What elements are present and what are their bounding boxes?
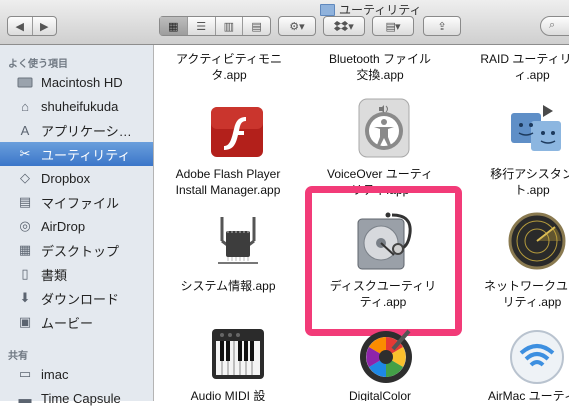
dropbox-icon: ◇ (20, 170, 30, 185)
system-information-icon[interactable] (206, 209, 270, 273)
folder-icon (320, 3, 335, 16)
shared-header: 共有 (8, 351, 28, 362)
file-item-network-utility[interactable]: ネットワークユー リティ.app (470, 278, 569, 310)
sidebar: よく使う項目 Macintosh HD ⌂ shuheifukuda A アプリ… (0, 45, 154, 406)
desktop-icon: ▦ (18, 242, 32, 257)
arrange-icon: ▤ (385, 20, 396, 33)
digitalcolor-meter-icon[interactable] (356, 327, 416, 385)
action-gear-button[interactable]: ⚙▾ (278, 16, 316, 36)
dropbox-menu-button[interactable]: ▾ (323, 16, 365, 36)
documents-icon: ▯ (21, 266, 29, 281)
sidebar-item-time-capsule[interactable]: ▬ Time Capsule (0, 386, 153, 410)
file-item-audio-midi-setup[interactable]: Audio MIDI 設 (166, 388, 290, 401)
share-button[interactable]: ⇪ (423, 16, 461, 36)
all-my-files-icon: ▤ (18, 194, 32, 209)
sidebar-item-macintosh-hd[interactable]: Macintosh HD (0, 70, 153, 94)
sidebar-item-downloads[interactable]: ⬇ ダウンロード (0, 286, 153, 310)
view-mode-control: ▦ ☰ ▥ ▤ (159, 16, 271, 36)
movies-icon: ▣ (18, 314, 32, 329)
applications-icon: A (20, 122, 30, 138)
sidebar-item-documents[interactable]: ▯ 書類 (0, 262, 153, 286)
sidebar-item-dropbox[interactable]: ◇ Dropbox (0, 166, 153, 190)
hard-drive-icon (16, 74, 34, 90)
sidebar-item-movies[interactable]: ▣ ムービー (0, 310, 153, 334)
disk-utility-icon[interactable] (352, 209, 418, 273)
list-view-button[interactable]: ☰ (186, 17, 215, 35)
icon-view-button[interactable]: ▦ (160, 17, 187, 35)
file-item-migration-assistant[interactable]: 移行アシスタン ト.app (470, 166, 569, 198)
search-icon: ⌕ (549, 19, 556, 31)
downloads-icon: ⬇ (19, 290, 31, 305)
file-item-activity-monitor[interactable]: アクティビティモニ タ.app (167, 51, 291, 83)
toolbar: ユーティリティ ◀ ▶ ▦ ☰ ▥ ▤ ⚙▾ ▾ ▤ ▾ ⇪ ⌕ (0, 0, 569, 45)
file-item-adobe-flash-player[interactable]: Adobe Flash Player Install Manager.app (166, 166, 290, 198)
voiceover-utility-icon[interactable] (354, 95, 414, 161)
sidebar-item-desktop[interactable]: ▦ デスクトップ (0, 238, 153, 262)
network-utility-icon[interactable] (506, 209, 568, 273)
favorites-header: よく使う項目 (8, 59, 68, 70)
airdrop-icon: ◎ (19, 218, 31, 233)
file-item-digitalcolor-meter[interactable]: DigitalColor (318, 388, 442, 401)
forward-button[interactable]: ▶ (31, 17, 57, 35)
file-grid: アクティビティモニ タ.app Bluetooth ファイル 交換.app RA… (154, 45, 569, 401)
computer-icon: ▭ (18, 366, 32, 381)
time-capsule-icon: ▬ (18, 390, 32, 406)
dropbox-icon (334, 21, 349, 31)
flash-player-icon[interactable] (206, 101, 268, 163)
sidebar-item-home[interactable]: ⌂ shuheifukuda (0, 94, 153, 118)
home-icon: ⌂ (21, 98, 29, 114)
sidebar-item-utilities[interactable]: ✂ ユーティリティ (0, 142, 153, 166)
migration-assistant-icon[interactable] (506, 97, 568, 161)
sidebar-item-applications[interactable]: A アプリケーシ… (0, 118, 153, 142)
file-item-bluetooth-file-exchange[interactable]: Bluetooth ファイル 交換.app (318, 51, 442, 83)
airmac-utility-icon[interactable] (506, 327, 568, 385)
cover-flow-button[interactable]: ▤ (242, 17, 270, 35)
file-item-raid-utility[interactable]: RAID ユーティリテ ィ.app (470, 51, 569, 83)
back-button[interactable]: ◀ (8, 17, 32, 35)
column-view-button[interactable]: ▥ (214, 17, 243, 35)
utilities-icon: ✂ (19, 146, 31, 161)
file-item-disk-utility[interactable]: ディスクユーティリ ティ.app (321, 278, 445, 310)
sidebar-item-all-my-files[interactable]: ▤ マイファイル (0, 190, 153, 214)
sidebar-item-airdrop[interactable]: ◎ AirDrop (0, 214, 153, 238)
file-item-system-information[interactable]: システム情報.app (166, 278, 290, 294)
file-item-airmac-utility[interactable]: AirMac ユーティ (470, 388, 569, 401)
back-forward-control: ◀ ▶ (7, 16, 57, 36)
sidebar-item-imac[interactable]: ▭ imac (0, 362, 153, 386)
search-field[interactable]: ⌕ (540, 16, 569, 36)
arrange-button[interactable]: ▤ ▾ (372, 16, 414, 36)
audio-midi-setup-icon[interactable] (206, 323, 270, 385)
